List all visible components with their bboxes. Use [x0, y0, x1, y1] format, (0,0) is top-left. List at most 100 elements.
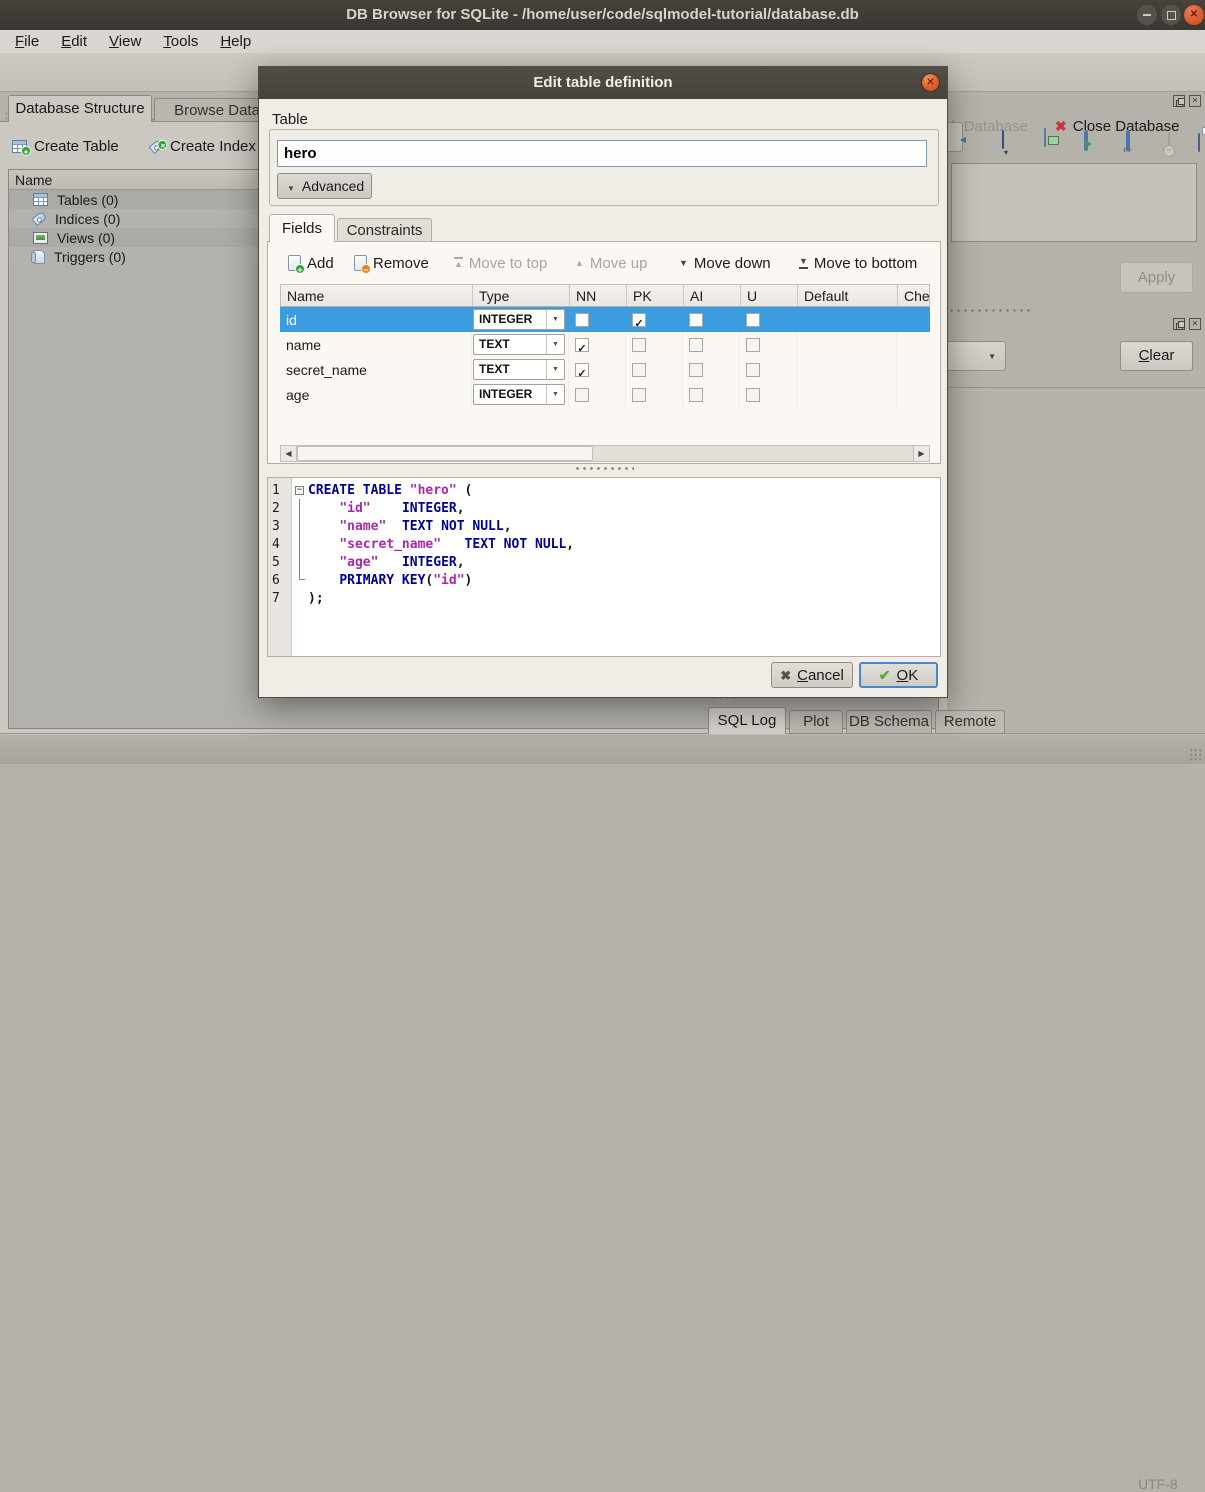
ok-button[interactable]: OK — [859, 662, 938, 688]
column-header-type[interactable]: Type — [473, 285, 570, 306]
tab-fields[interactable]: Fields — [269, 214, 335, 242]
ai-checkbox[interactable] — [689, 313, 703, 327]
ai-checkbox[interactable] — [689, 363, 703, 377]
chevron-down-icon[interactable] — [546, 310, 564, 329]
tab-remote[interactable]: Remote — [935, 710, 1005, 734]
menu-help[interactable]: Help — [213, 31, 258, 53]
chevron-down-icon[interactable] — [546, 335, 564, 354]
resize-grip[interactable] — [1189, 748, 1202, 761]
column-header-ai[interactable]: AI — [684, 285, 741, 306]
chevron-down-icon[interactable] — [546, 385, 564, 404]
dock-splitter-handle[interactable] — [948, 308, 1034, 313]
import-cell-icon[interactable] — [1002, 130, 1004, 149]
dialog-splitter-handle[interactable] — [574, 466, 634, 471]
column-header-name[interactable]: Name — [281, 285, 473, 306]
field-row-age[interactable]: ageINTEGER — [280, 382, 930, 407]
dialog-close-icon[interactable] — [921, 73, 940, 92]
field-row-secret-name[interactable]: secret_nameTEXT — [280, 357, 930, 382]
remove-button[interactable]: −Remove — [354, 250, 429, 276]
tab-constraints[interactable]: Constraints — [337, 218, 432, 242]
cancel-button[interactable]: Cancel — [771, 662, 853, 688]
fold-marker[interactable]: − — [292, 481, 308, 499]
link-cell-icon[interactable] — [1126, 130, 1130, 151]
sql-line-1: 1−CREATE TABLE "hero" ( — [268, 481, 940, 499]
open-external-icon[interactable] — [1084, 130, 1088, 151]
tab-database-structure[interactable]: Database Structure — [8, 95, 152, 122]
fields-table-header[interactable]: NameTypeNNPKAIUDefaultCheck — [280, 284, 930, 307]
nn-checkbox[interactable] — [575, 338, 589, 352]
table-name-input[interactable] — [277, 140, 927, 167]
create-table-button[interactable]: + Create Table — [12, 131, 119, 161]
horizontal-scrollbar[interactable] — [280, 445, 930, 462]
cell-edit-textarea[interactable] — [951, 163, 1197, 242]
set-null-icon[interactable] — [1168, 132, 1170, 151]
column-header-check[interactable]: Check — [898, 285, 930, 306]
tab-plot[interactable]: Plot — [789, 710, 843, 734]
close-database-button[interactable]: Close Database — [1055, 111, 1179, 141]
move-up-button[interactable]: Move up — [575, 250, 647, 276]
u-checkbox[interactable] — [746, 313, 760, 327]
type-combo[interactable]: INTEGER — [473, 384, 565, 405]
move-to-top-button[interactable]: Move to top — [454, 250, 547, 276]
column-header-nn[interactable]: NN — [570, 285, 627, 306]
field-row-name[interactable]: nameTEXT — [280, 332, 930, 357]
apply-button[interactable]: Apply — [1120, 262, 1193, 293]
pk-checkbox[interactable] — [632, 313, 646, 327]
menu-edit[interactable]: Edit — [54, 31, 94, 53]
print-cell-icon[interactable] — [1198, 133, 1200, 152]
fields-table-body: idINTEGERnameTEXTsecret_nameTEXTageINTEG… — [280, 307, 930, 407]
type-combo[interactable]: INTEGER — [473, 309, 565, 330]
advanced-button[interactable]: Advanced — [277, 173, 372, 199]
nn-checkbox[interactable] — [575, 313, 589, 327]
type-combo[interactable]: TEXT — [473, 334, 565, 355]
field-row-id[interactable]: idINTEGER — [280, 307, 930, 332]
nn-checkbox[interactable] — [575, 388, 589, 402]
fold-collapse-icon[interactable]: − — [295, 486, 304, 495]
column-header-default[interactable]: Default — [798, 285, 898, 306]
dock-float-icon[interactable] — [1173, 95, 1185, 107]
move-down-icon — [679, 259, 688, 268]
dock-close-icon[interactable] — [1189, 95, 1201, 107]
create-index-icon: + — [149, 138, 165, 153]
minimize-button-icon[interactable] — [1137, 5, 1157, 25]
ai-checkbox[interactable] — [689, 338, 703, 352]
apply-label: Apply — [1138, 269, 1176, 286]
maximize-button-icon[interactable] — [1161, 5, 1181, 25]
chevron-down-icon[interactable] — [546, 360, 564, 379]
move-to-bottom-button[interactable]: Move to bottom — [799, 250, 917, 276]
menu-file[interactable]: File — [8, 31, 46, 53]
pk-checkbox[interactable] — [632, 363, 646, 377]
pk-checkbox[interactable] — [632, 338, 646, 352]
menu-view[interactable]: View — [102, 31, 148, 53]
dialog-titlebar[interactable]: Edit table definition — [259, 67, 947, 99]
export-cell-icon[interactable] — [1044, 128, 1046, 147]
tab-db-schema[interactable]: DB Schema — [846, 710, 932, 734]
column-header-pk[interactable]: PK — [627, 285, 684, 306]
close-window-button-icon[interactable] — [1184, 5, 1204, 25]
create-index-button[interactable]: + Create Index — [150, 131, 256, 161]
sql-line-2: 2 "id" INTEGER, — [268, 499, 940, 517]
tab-sql-log[interactable]: SQL Log — [708, 707, 786, 734]
move-down-button[interactable]: Move down — [679, 250, 771, 276]
scrollbar-track[interactable] — [297, 445, 913, 462]
dock-close-icon[interactable] — [1189, 318, 1201, 330]
check-cell — [897, 382, 930, 407]
scroll-left-icon[interactable] — [280, 445, 297, 462]
cancel-x-icon — [780, 667, 791, 684]
column-header-u[interactable]: U — [741, 285, 798, 306]
add-button[interactable]: +Add — [288, 250, 334, 276]
type-combo[interactable]: TEXT — [473, 359, 565, 380]
nn-checkbox[interactable] — [575, 363, 589, 377]
dock-float-icon[interactable] — [1173, 318, 1185, 330]
pk-checkbox[interactable] — [632, 388, 646, 402]
u-checkbox[interactable] — [746, 363, 760, 377]
u-checkbox[interactable] — [746, 388, 760, 402]
scroll-right-icon[interactable] — [913, 445, 930, 462]
clear-button[interactable]: Clear — [1120, 341, 1193, 371]
scrollbar-thumb[interactable] — [297, 446, 593, 461]
u-checkbox[interactable] — [746, 338, 760, 352]
ai-checkbox[interactable] — [689, 388, 703, 402]
menu-tools[interactable]: Tools — [156, 31, 205, 53]
field-type-cell: TEXT — [472, 357, 569, 382]
default-cell — [797, 357, 897, 382]
